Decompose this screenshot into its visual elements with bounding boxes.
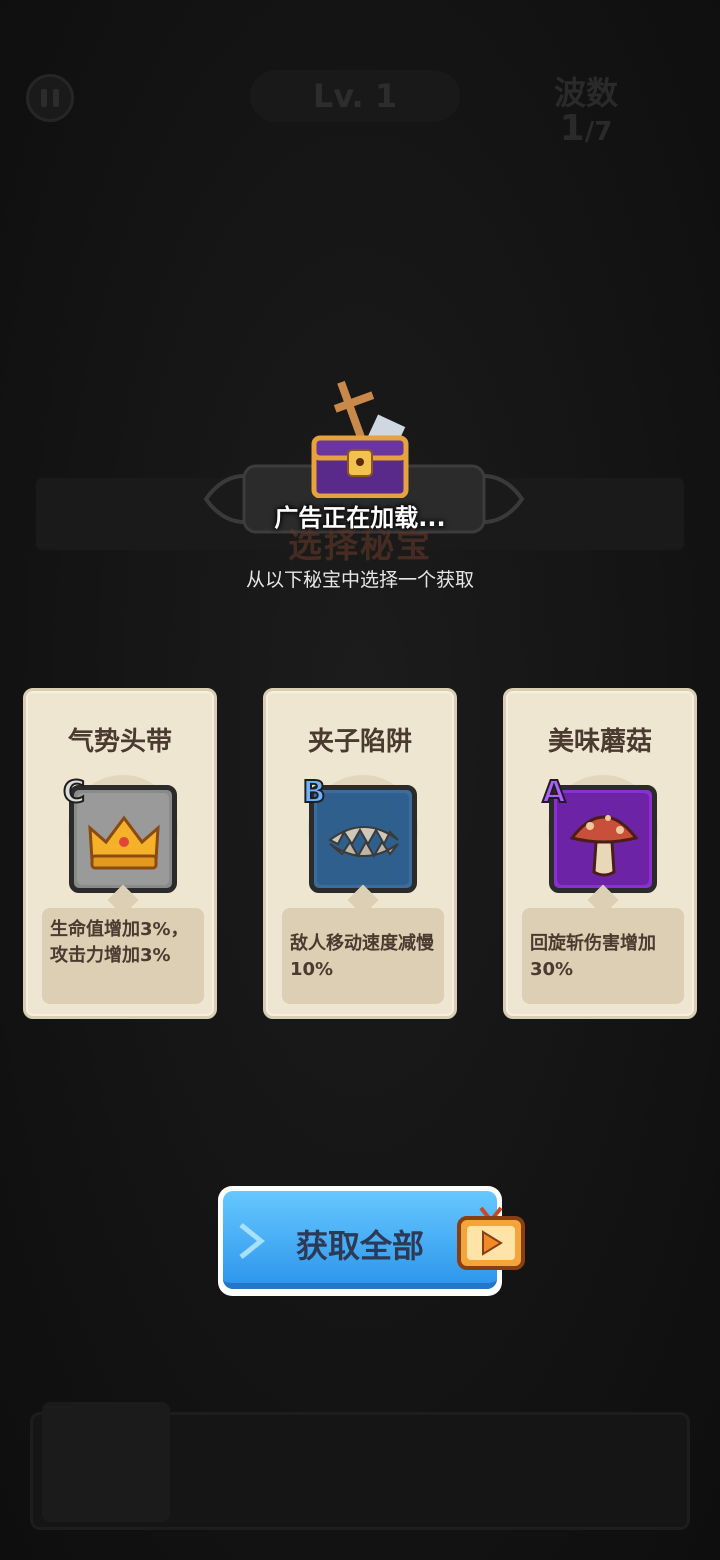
card-description: 回旋斩伤害增加30%	[530, 933, 656, 980]
rarity-badge-c: C	[62, 775, 86, 810]
mushroom-icon	[569, 815, 639, 877]
treasure-card-trap[interactable]: 夹子陷阱 B 敌人移动速度减慢10%	[263, 688, 457, 1019]
ad-loading-toast: 广告正在加载...	[274, 504, 446, 532]
tv-play-icon	[457, 1206, 525, 1270]
pause-button[interactable]	[26, 74, 74, 122]
rarity-badge-a: A	[541, 775, 566, 810]
crown-icon	[88, 815, 160, 870]
card-title: 美味蘑菇	[547, 727, 652, 757]
bear-trap-icon	[328, 826, 399, 859]
selection-subtitle: 从以下秘宝中选择一个获取	[245, 569, 474, 591]
treasure-card-mushroom[interactable]: 美味蘑菇 A 回旋斩伤害增加30%	[503, 688, 697, 1019]
card-description: 敌人移动速度减慢10%	[290, 933, 434, 980]
card-title: 气势头带	[67, 727, 172, 757]
rarity-badge-b: B	[302, 775, 327, 810]
card-description: 生命值增加3%，攻击力增加3%	[50, 919, 189, 966]
level-indicator: Lv. 1	[250, 70, 460, 122]
treasure-card-headband[interactable]: 气势头带 C 生命值增加3%，攻击力增加3%	[23, 688, 217, 1019]
card-title: 夹子陷阱	[307, 727, 412, 757]
pause-icon	[41, 89, 47, 107]
skill-book-slot	[42, 1402, 170, 1522]
wave-counter: 1/7	[559, 108, 613, 149]
treasure-chest-icon	[311, 380, 409, 498]
